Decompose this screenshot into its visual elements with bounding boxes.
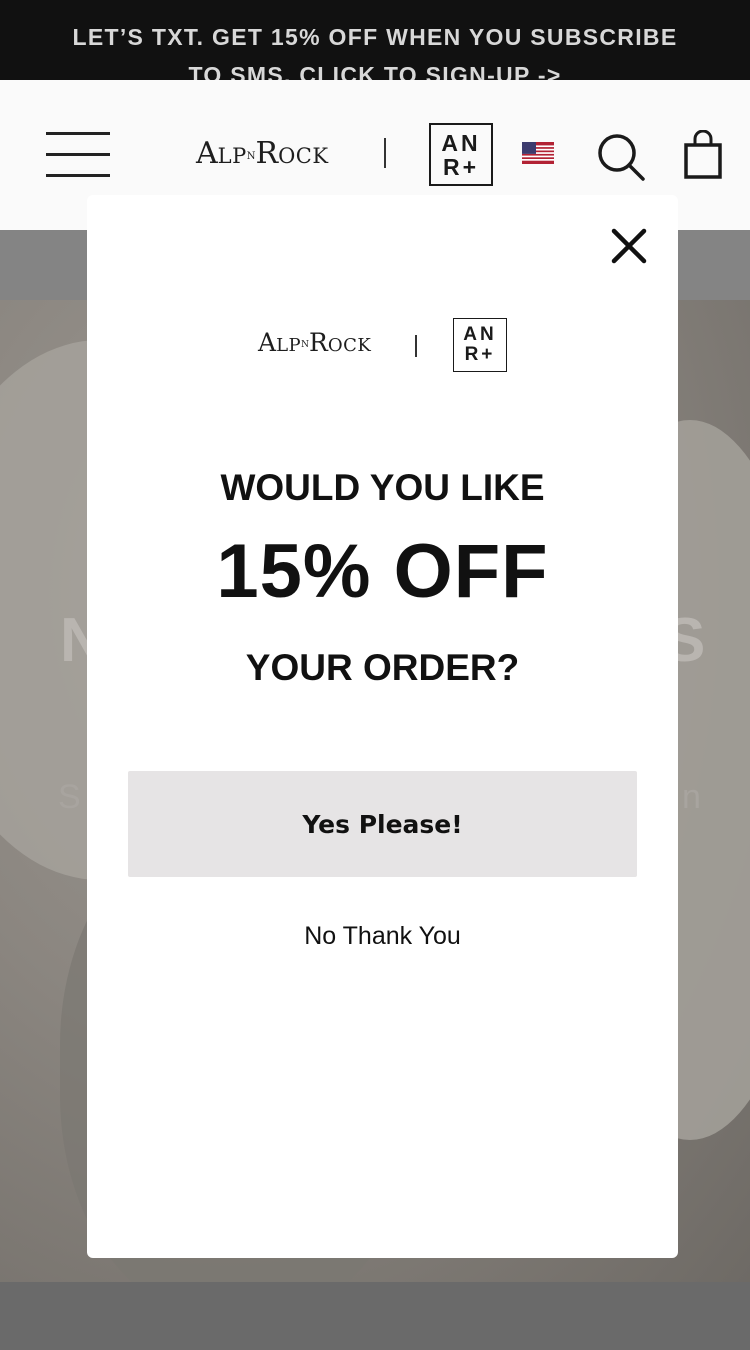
popup-brand-logo: ALPNROCK (258, 328, 371, 357)
popup-headline-bottom: YOUR ORDER? (245, 647, 520, 688)
brand-letters-lp: LP (276, 335, 302, 356)
accept-offer-button[interactable]: Yes Please! (128, 771, 637, 877)
brand-letter-r: R (255, 136, 279, 171)
anr-logo[interactable]: AN R+ (429, 123, 493, 186)
brand-letter-r: R (309, 328, 328, 357)
brand-logo[interactable]: ALPNROCK (196, 136, 329, 171)
brand-letter-n: N (246, 151, 256, 162)
brand-letter-a: A (196, 136, 218, 171)
anr-logo-top: AN (441, 129, 481, 156)
brand-letters-lp: LP (217, 144, 247, 168)
popup-headline-top: WOULD YOU LIKE (220, 467, 545, 508)
announcement-line-1: LET’S TXT. GET 15% OFF WHEN YOU SUBSCRIB… (72, 24, 678, 50)
shopping-bag-icon[interactable] (683, 130, 723, 180)
announcement-line-2: TO SMS. CLICK TO SIGN-UP -> (188, 62, 562, 80)
popup-anr-logo: AN R+ (453, 318, 507, 372)
logo-divider (384, 138, 386, 168)
popup-offer-amount: 15% OFF (216, 529, 549, 614)
decline-offer-link[interactable]: No Thank You (87, 922, 678, 951)
brand-letters-ock: OCK (327, 335, 372, 356)
us-flag-icon[interactable] (522, 142, 554, 164)
announcement-bar[interactable]: LET’S TXT. GET 15% OFF WHEN YOU SUBSCRIB… (0, 0, 750, 80)
hero-subtitle-fragment: S (58, 778, 81, 816)
anr-logo-bottom: R+ (464, 344, 496, 365)
page-bottom-band (0, 1282, 750, 1350)
close-icon[interactable] (608, 225, 650, 267)
hero-subtitle-fragment: n (682, 778, 701, 816)
discount-popup: ALPNROCK AN R+ WOULD YOU LIKE 15% OFF YO… (87, 195, 678, 1258)
hamburger-menu-icon[interactable] (46, 132, 110, 178)
brand-letter-a: A (258, 328, 277, 357)
brand-letters-ock: OCK (278, 144, 329, 168)
anr-logo-bottom: R+ (442, 153, 480, 180)
logo-divider (415, 335, 417, 357)
brand-letter-n: N (301, 340, 310, 350)
anr-logo-top: AN (463, 324, 497, 345)
search-icon[interactable] (596, 132, 646, 182)
